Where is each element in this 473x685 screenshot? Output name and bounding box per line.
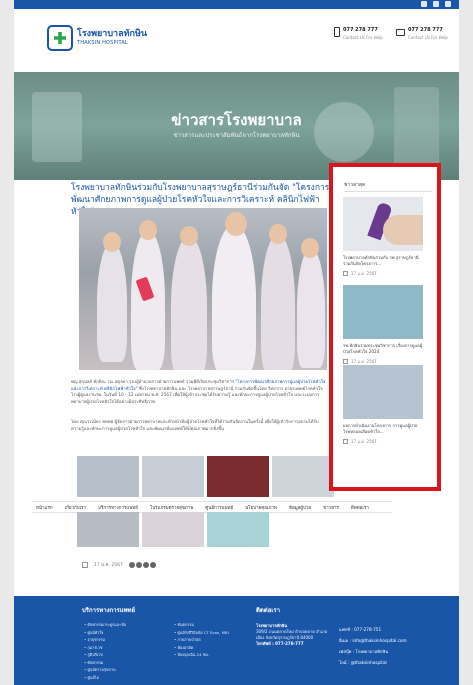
phone-contact[interactable]: 077 278 777 Contact Us For Help	[334, 27, 383, 40]
footer-link[interactable]: ศัลยกรรม	[84, 659, 126, 667]
gallery-photo[interactable]	[142, 512, 204, 547]
gallery-photo[interactable]	[207, 456, 269, 497]
language-flag-icon[interactable]	[445, 1, 451, 7]
phone-help-label: Contact Us For Help	[343, 35, 383, 40]
footer-link[interactable]: ศูนย์ไต	[84, 674, 126, 682]
top-bar	[14, 0, 459, 9]
news-thumbnail[interactable]	[343, 197, 423, 251]
menu-item[interactable]: ข่าวสาร	[323, 504, 339, 511]
article-paragraph-1: พญ.สุกุมลย์ ทักษิณ วณ อดุลยา รองผู้อำนวย…	[71, 380, 329, 406]
footer-services-links: ศัลยกรรมกระดูกและข้อ ศูนย์หัวใจ อายุรกรร…	[84, 621, 126, 681]
footer-link[interactable]: ศัลยกรรมกระดูกและข้อ	[84, 621, 126, 629]
news-caption[interactable]: รพ.ทักษินร่วมประชุมวิชาการ เรื่องการดูแล…	[343, 343, 423, 355]
footer-link[interactable]: ห้องฉุกเฉิน 24 ชม.	[174, 651, 229, 659]
menu-item[interactable]: บริการทางการแพทย์	[98, 504, 138, 511]
address-title: โรงพยาบาลทักษิน	[256, 623, 288, 628]
footer-contact-links: แฟกซ์ : 077-278-751 อีเมล : info@thaksin…	[339, 624, 407, 668]
news-caption[interactable]: โรงพยาบาลทักษินร่วมกับ รพ.สุราษฎร์ธานี ร…	[343, 255, 423, 267]
footer-link[interactable]: สูตินรีเวช	[84, 651, 126, 659]
menu-item[interactable]: นโยบายคุณภาพ	[245, 504, 277, 511]
footer-link[interactable]: กุมารเวช	[84, 644, 126, 652]
social-links	[421, 1, 451, 7]
menu-item[interactable]: โปรแกรมตรวจสุขภาพ	[150, 504, 193, 511]
latest-news-sidebar: ข่าวล่าสุด โรงพยาบาลทักษินร่วมกับ รพ.สุร…	[329, 163, 441, 491]
calendar-icon	[343, 359, 348, 364]
share-email-icon[interactable]	[149, 561, 156, 568]
news-date: 17 ม.ค. 2567	[351, 439, 377, 444]
menu-item[interactable]: ติดต่อเรา	[351, 504, 369, 511]
menu-item[interactable]: เกี่ยวกับเรา	[65, 504, 87, 511]
article-meta: 17 ม.ค. 2567	[82, 561, 156, 568]
footer-address: โรงพยาบาลทักษิน 309/2 ถนนตลาดใหม่ ตำบลตล…	[256, 623, 331, 647]
gallery-photo[interactable]	[207, 512, 269, 547]
paragraph-text: พญ.สุกุมลย์ ทักษิณ วณ อดุลยา รองผู้อำนวย…	[71, 380, 236, 385]
footer-link[interactable]: ทันตกรรม	[174, 621, 229, 629]
article-date: 17 ม.ค. 2567	[94, 563, 123, 568]
mail-icon	[396, 29, 405, 36]
calendar-icon	[343, 271, 348, 276]
facebook-icon[interactable]	[421, 1, 427, 7]
sidebar-heading: ข่าวล่าสุด	[344, 182, 366, 188]
footer-link[interactable]: ศูนย์ตรวจสุขภาพ	[84, 666, 126, 674]
browser-page: โรงพยาบาลทักษิน THAKSIN HOSPITAL 077 278…	[14, 0, 459, 685]
calendar-icon	[82, 561, 88, 568]
news-caption[interactable]: ผลการดำเนินงานโครงการ การดูแลผู้ป่วยโรคห…	[343, 423, 423, 435]
site-header: โรงพยาบาลทักษิน THAKSIN HOSPITAL 077 278…	[14, 9, 459, 72]
hand-image	[383, 215, 423, 245]
news-item[interactable]: รพ.ทักษินร่วมประชุมวิชาการ เรื่องการดูแล…	[343, 285, 423, 365]
news-thumbnail[interactable]	[343, 285, 423, 339]
logo-english-name: THAKSIN HOSPITAL	[77, 40, 128, 46]
phone-number: 077 278 777	[343, 27, 378, 33]
gallery-photo[interactable]	[142, 456, 204, 497]
mail-number: 077 278 777	[408, 27, 443, 33]
photo-gallery-row-2	[77, 512, 269, 547]
news-item[interactable]: ผลการดำเนินงานโครงการ การดูแลผู้ป่วยโรคห…	[343, 365, 423, 445]
news-date: 17 ม.ค. 2567	[351, 271, 377, 276]
gallery-photo[interactable]	[77, 456, 139, 497]
footer-services-title: บริการทางการแพทย์	[82, 607, 136, 614]
photo-gallery-row-1	[77, 456, 334, 497]
phone-icon	[334, 27, 340, 37]
footer-fax: แฟกซ์ : 077-278-751	[339, 627, 382, 632]
menu-item[interactable]: ศูนย์การแพทย์	[205, 504, 233, 511]
mail-contact[interactable]: 077 278 777 Contact Us For Help	[396, 27, 448, 40]
footer-link[interactable]: กายภาพบำบัด	[174, 636, 229, 644]
logo-cross-icon	[47, 25, 73, 51]
share-twitter-icon[interactable]	[135, 561, 142, 568]
menu-item[interactable]: ข้อมูลผู้ป่วย	[289, 504, 311, 511]
footer-line[interactable]: ไลน์ : @thaksinhospital	[339, 657, 407, 668]
gallery-photo[interactable]	[272, 456, 334, 497]
footer-link[interactable]: ศูนย์รังสีวินิจฉัย CT Scan, MRI	[174, 629, 228, 637]
share-facebook-icon[interactable]	[128, 561, 135, 568]
footer-email[interactable]: อีเมล : info@thaksinhospital.com	[339, 635, 407, 646]
share-buttons	[128, 561, 156, 568]
mail-help-label: Contact Us For Help	[408, 35, 448, 40]
logo-thai-name: โรงพยาบาลทักษิน	[77, 29, 148, 39]
footer-services-links-2: ทันตกรรม ศูนย์รังสีวินิจฉัย CT Scan, MRI…	[174, 621, 229, 659]
footer-contact-title: ติดต่อเรา	[256, 607, 280, 614]
page-title: ข่าวสารโรงพยาบาล	[171, 111, 302, 129]
site-footer: บริการทางการแพทย์ ศัลยกรรมกระดูกและข้อ ศ…	[14, 596, 459, 685]
address-text: 309/2 ถนนตลาดใหม่ ตำบลตลาด อำเภอเมือง จั…	[256, 629, 328, 640]
line-icon[interactable]	[433, 1, 439, 7]
gallery-photo[interactable]	[77, 512, 139, 547]
hospital-logo[interactable]: โรงพยาบาลทักษิน THAKSIN HOSPITAL	[47, 25, 147, 51]
calendar-icon	[343, 439, 348, 444]
page-subtitle: ข่าวสารและประชาสัมพันธ์จากโรงพยาบาลทักษิ…	[173, 132, 300, 139]
page: โรงพยาบาลทักษิน THAKSIN HOSPITAL 077 278…	[0, 0, 473, 685]
footer-link[interactable]: ห้องผ่าตัด	[174, 644, 229, 652]
share-line-icon[interactable]	[142, 561, 149, 568]
footer-phone[interactable]: โทรศัพท์ : 077-278-777	[256, 641, 304, 646]
article-paragraph-2: โดย คุณวรเนียร หทพล ผู้จัดการฝ่ายการพยาบ…	[71, 420, 319, 432]
footer-link[interactable]: ศูนย์หัวใจ	[84, 629, 126, 637]
footer-facebook[interactable]: เฟสบุ๊ค : โรงพยาบาลทักษิน	[339, 646, 407, 657]
footer-link[interactable]: อายุรกรรม	[84, 636, 126, 644]
news-date: 17 ม.ค. 2567	[351, 359, 377, 364]
menu-item[interactable]: หน้าแรก	[36, 504, 53, 511]
news-thumbnail[interactable]	[343, 365, 423, 419]
article-main-photo	[79, 208, 327, 370]
news-item[interactable]: โรงพยาบาลทักษินร่วมกับ รพ.สุราษฎร์ธานี ร…	[343, 197, 423, 277]
